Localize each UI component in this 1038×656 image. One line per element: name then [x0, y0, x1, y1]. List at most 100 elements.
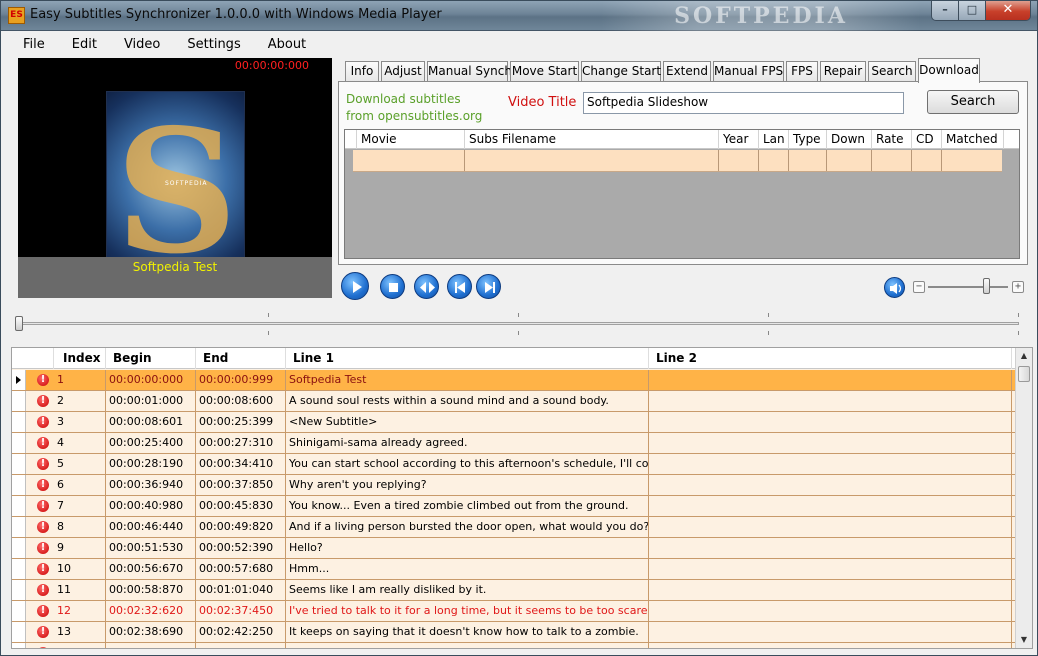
row-header[interactable] [12, 622, 26, 642]
cell-index[interactable]: 3 [54, 412, 106, 432]
tab-extend[interactable]: Extend [663, 61, 711, 82]
tab-manual-synch[interactable]: Manual Synch [427, 61, 512, 82]
cell-line1[interactable]: <New Subtitle> [286, 412, 649, 432]
col-rate[interactable]: Rate [872, 130, 912, 149]
cell-index[interactable]: 8 [54, 517, 106, 537]
cell-begin[interactable] [106, 643, 196, 648]
cell-end[interactable]: 00:01:01:040 [196, 580, 286, 600]
table-row[interactable]: 500:00:28:19000:00:34:410You can start s… [12, 454, 1016, 475]
cell-begin[interactable]: 00:00:08:601 [106, 412, 196, 432]
scroll-down-icon[interactable]: ▼ [1016, 632, 1032, 648]
frame-step-button[interactable] [414, 274, 439, 299]
cell-begin[interactable]: 00:00:56:670 [106, 559, 196, 579]
cell-end[interactable]: 00:00:27:310 [196, 433, 286, 453]
cell-index[interactable]: 6 [54, 475, 106, 495]
row-header[interactable] [12, 454, 26, 474]
table-row[interactable]: 600:00:36:94000:00:37:850Why aren't you … [12, 475, 1016, 496]
cell-end[interactable] [196, 643, 286, 648]
cell-begin[interactable]: 00:00:36:940 [106, 475, 196, 495]
menu-about[interactable]: About [254, 37, 319, 52]
scroll-up-icon[interactable]: ▲ [1016, 348, 1032, 364]
seek-track[interactable] [19, 322, 1019, 325]
col-index[interactable]: Index [54, 348, 106, 369]
cell-begin[interactable]: 00:02:32:620 [106, 601, 196, 621]
cell-line2[interactable] [649, 538, 1012, 558]
cell-end[interactable]: 00:00:34:410 [196, 454, 286, 474]
video-panel[interactable]: 00:00:00:000 S SOFTPEDIA Softpedia Test [18, 58, 332, 298]
stop-button[interactable] [380, 274, 405, 299]
row-header[interactable] [12, 433, 26, 453]
tab-fps[interactable]: FPS [786, 61, 818, 82]
menu-settings[interactable]: Settings [173, 37, 253, 52]
cell-line1[interactable]: Hello? [286, 538, 649, 558]
tab-info[interactable]: Info [345, 61, 379, 82]
close-button[interactable]: ✕ [986, 1, 1030, 20]
cell-line1[interactable]: And if a living person bursted the door … [286, 517, 649, 537]
volume-up-button[interactable]: + [1012, 281, 1024, 293]
table-row[interactable]: 200:00:01:00000:00:08:600A sound soul re… [12, 391, 1016, 412]
cell-line2[interactable] [649, 496, 1012, 516]
cell-end[interactable]: 00:00:45:830 [196, 496, 286, 516]
row-header[interactable] [12, 370, 26, 390]
cell-index[interactable]: 10 [54, 559, 106, 579]
row-header[interactable] [12, 517, 26, 537]
cell-line2[interactable] [649, 454, 1012, 474]
cell-line1[interactable]: Softpedia Test [286, 370, 649, 390]
cell-end[interactable]: 00:00:08:600 [196, 391, 286, 411]
results-table[interactable]: Movie Subs Filename Year Lan Type Down R… [344, 129, 1020, 259]
cell-index[interactable]: 4 [54, 433, 106, 453]
cell-line1[interactable] [286, 643, 649, 648]
row-header[interactable] [12, 643, 26, 648]
col-cd[interactable]: CD [912, 130, 942, 149]
col-movie[interactable]: Movie [357, 130, 465, 149]
cell-index[interactable]: 12 [54, 601, 106, 621]
mute-button[interactable] [884, 277, 905, 298]
tab-change-start[interactable]: Change Start [581, 61, 661, 82]
cell-index[interactable]: 1 [54, 370, 106, 390]
cell-begin[interactable]: 00:00:00:000 [106, 370, 196, 390]
grid-scrollbar[interactable]: ▲ ▼ [1015, 348, 1032, 648]
row-header[interactable] [12, 496, 26, 516]
previous-button[interactable] [447, 274, 472, 299]
maximize-button[interactable]: □ [959, 1, 986, 20]
cell-line2[interactable] [649, 370, 1012, 390]
play-button[interactable] [341, 272, 369, 300]
tab-download[interactable]: Download [918, 58, 980, 83]
table-row[interactable]: 300:00:08:60100:00:25:399<New Subtitle> [12, 412, 1016, 433]
cell-line2[interactable] [649, 433, 1012, 453]
row-header[interactable] [12, 559, 26, 579]
table-row[interactable]: 1200:02:32:62000:02:37:450I've tried to … [12, 601, 1016, 622]
cell-end[interactable]: 00:00:00:999 [196, 370, 286, 390]
cell-line1[interactable]: You know... Even a tired zombie climbed … [286, 496, 649, 516]
cell-line2[interactable] [649, 601, 1012, 621]
table-row[interactable]: 900:00:51:53000:00:52:390Hello? [12, 538, 1016, 559]
video-title-input[interactable]: Softpedia Slideshow [583, 92, 904, 114]
cell-begin[interactable]: 00:00:01:000 [106, 391, 196, 411]
cell-index[interactable]: 5 [54, 454, 106, 474]
col-type[interactable]: Type [789, 130, 827, 149]
col-begin[interactable]: Begin [106, 348, 196, 369]
col-line2[interactable]: Line 2 [649, 348, 1012, 369]
cell-line1[interactable]: I've tried to talk to it for a long time… [286, 601, 649, 621]
col-line1[interactable]: Line 1 [286, 348, 649, 369]
tab-search[interactable]: Search [868, 61, 916, 82]
tab-manual-fps[interactable]: Manual FPS [713, 61, 784, 82]
cell-end[interactable]: 00:00:57:680 [196, 559, 286, 579]
row-header[interactable] [12, 412, 26, 432]
cell-end[interactable]: 00:02:42:250 [196, 622, 286, 642]
col-down[interactable]: Down [827, 130, 872, 149]
row-header[interactable] [12, 391, 26, 411]
cell-begin[interactable]: 00:00:28:190 [106, 454, 196, 474]
cell-begin[interactable]: 00:00:46:440 [106, 517, 196, 537]
col-matched[interactable]: Matched [942, 130, 1004, 149]
cell-line1[interactable]: Shinigami-sama already agreed. [286, 433, 649, 453]
cell-end[interactable]: 00:02:37:450 [196, 601, 286, 621]
results-empty-row[interactable] [353, 150, 1002, 172]
minimize-button[interactable]: – [932, 1, 959, 20]
table-row[interactable]: 1300:02:38:69000:02:42:250It keeps on sa… [12, 622, 1016, 643]
cell-line1[interactable]: Seems like I am really disliked by it. [286, 580, 649, 600]
table-row[interactable]: 800:00:46:44000:00:49:820And if a living… [12, 517, 1016, 538]
col-end[interactable]: End [196, 348, 286, 369]
cell-line2[interactable] [649, 559, 1012, 579]
cell-line1[interactable]: A sound soul rests within a sound mind a… [286, 391, 649, 411]
